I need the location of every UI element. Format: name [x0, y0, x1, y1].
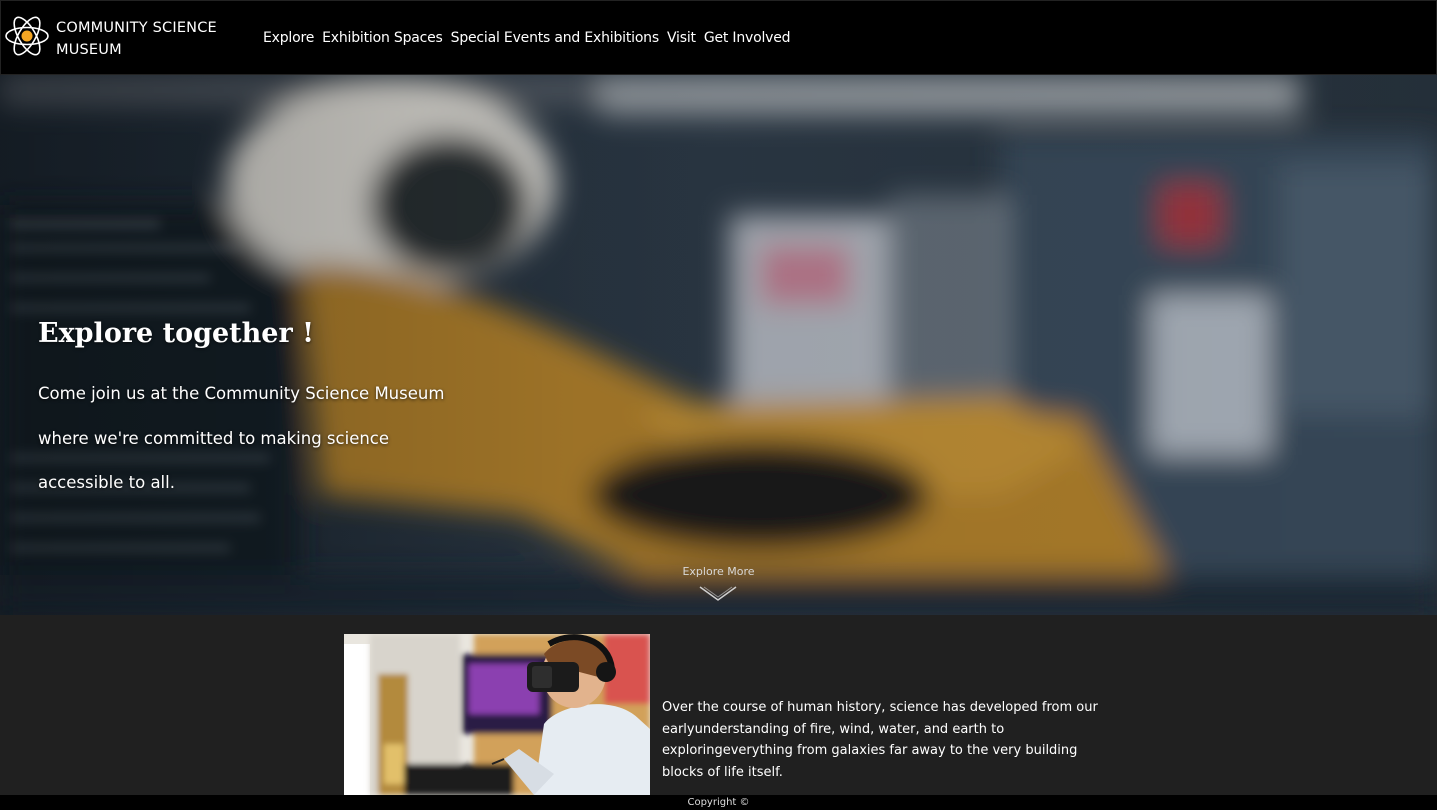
- site-header: COMMUNITY SCIENCE MUSEUM Explore Exhibit…: [0, 0, 1437, 75]
- hero-description: Come join us at the Community Science Mu…: [38, 384, 445, 492]
- nav-item-exhibition-spaces[interactable]: Exhibition Spaces: [322, 30, 443, 46]
- site-footer: Copyright ©: [0, 795, 1437, 810]
- nav-item-get-involved[interactable]: Get Involved: [704, 30, 791, 46]
- nav-item-visit[interactable]: Visit: [667, 30, 696, 46]
- main-nav: Explore Exhibition Spaces Special Events…: [263, 30, 791, 46]
- site-title[interactable]: COMMUNITY SCIENCE MUSEUM: [56, 17, 246, 61]
- nav-item-special-events[interactable]: Special Events and Exhibitions: [451, 30, 660, 46]
- chevron-down-icon[interactable]: [698, 584, 738, 604]
- intro-section: Over the course of human history, scienc…: [0, 615, 1437, 795]
- hero-banner: Explore together ! Come join us at the C…: [0, 75, 1437, 615]
- hero-title: Explore together !: [38, 318, 314, 349]
- nav-item-explore[interactable]: Explore: [263, 30, 314, 46]
- copyright-text: Copyright ©: [687, 797, 750, 808]
- atom-icon[interactable]: [4, 13, 50, 59]
- vr-visitor-photo: [344, 634, 650, 795]
- intro-paragraph: Over the course of human history, scienc…: [662, 700, 1098, 781]
- explore-more-link[interactable]: Explore More: [0, 565, 1437, 578]
